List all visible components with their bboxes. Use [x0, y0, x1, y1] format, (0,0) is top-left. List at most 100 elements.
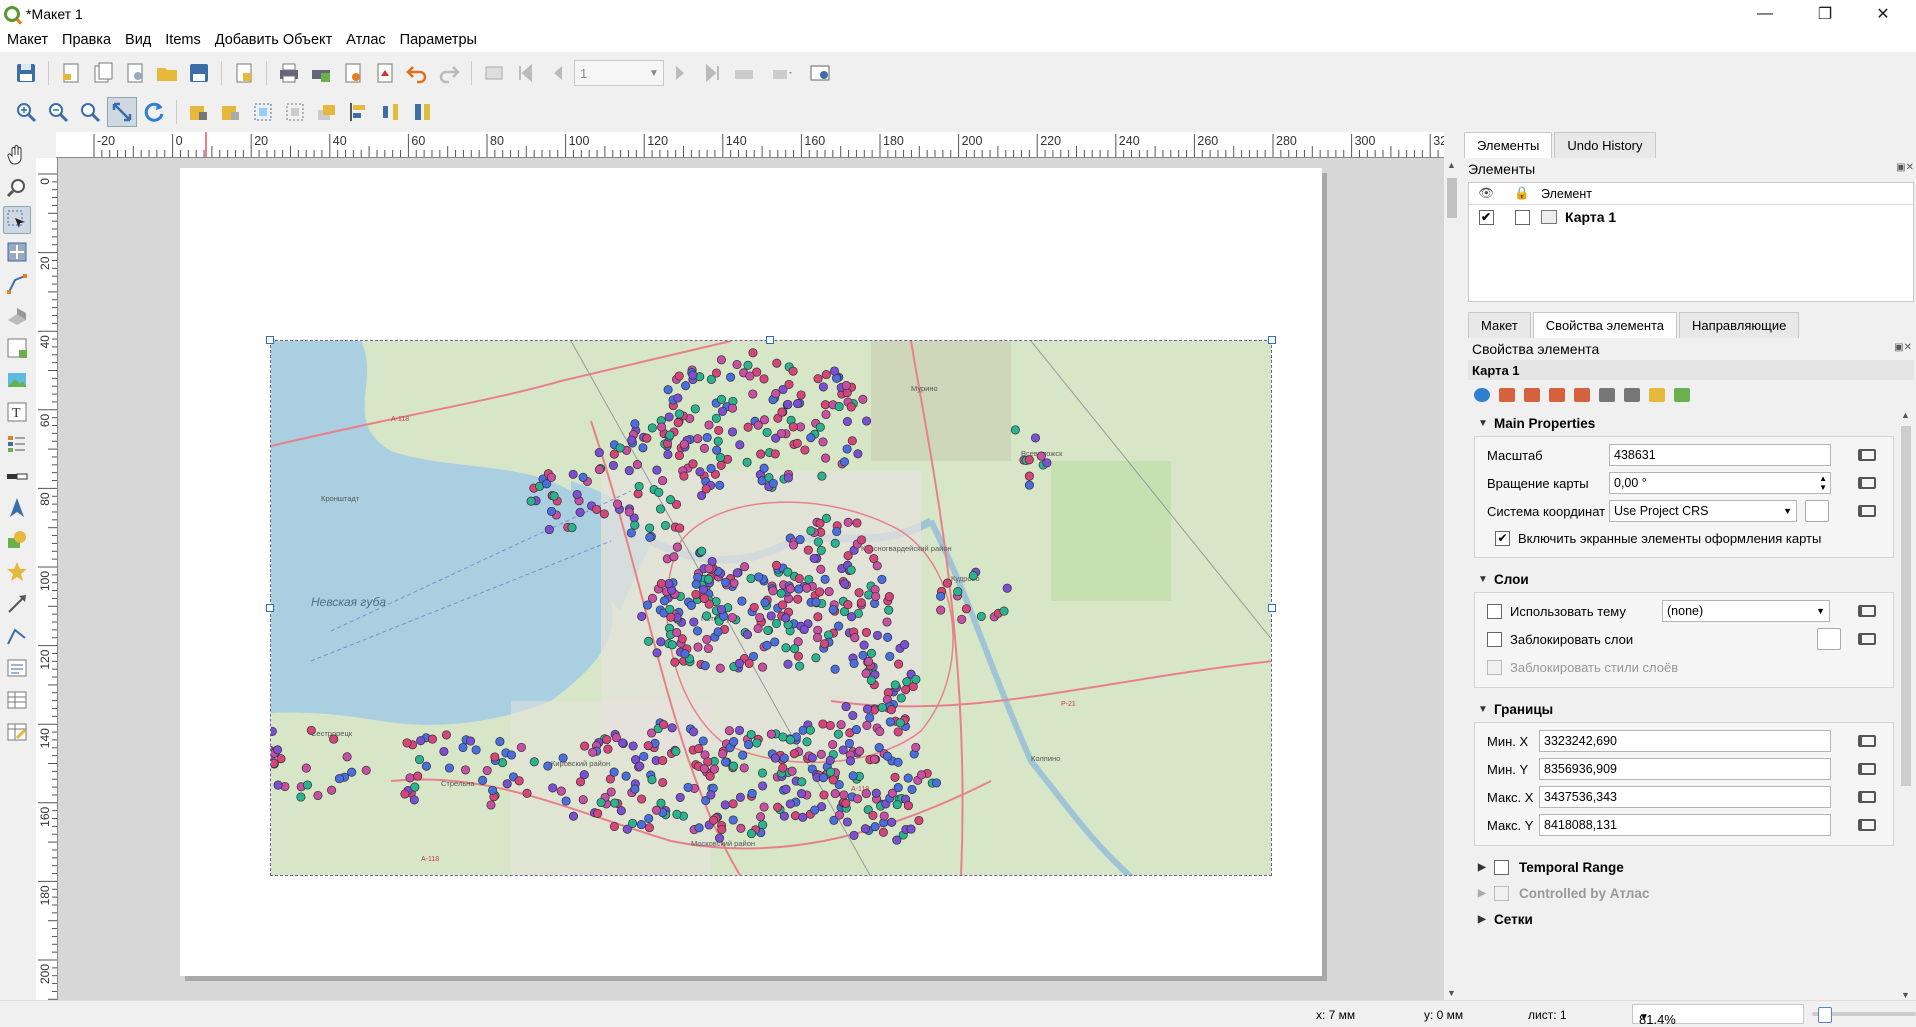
layout-manager-icon[interactable]	[120, 58, 150, 88]
resize-items-icon[interactable]	[408, 97, 438, 127]
set-extent-icon[interactable]	[1499, 388, 1515, 402]
set-map-scale-icon[interactable]	[1574, 388, 1590, 402]
select-crs-globe-icon[interactable]	[1805, 500, 1829, 522]
max-y-input[interactable]: 8418088,131	[1539, 814, 1831, 836]
data-defined-override-icon[interactable]	[1853, 814, 1881, 836]
atlas-settings-icon[interactable]	[805, 58, 835, 88]
menu-layout[interactable]: Макет	[0, 32, 55, 48]
menu-atlas[interactable]: Атлас	[339, 32, 392, 48]
distribute-items-icon[interactable]	[376, 97, 406, 127]
properties-scroll-area[interactable]: ▼ Main Properties Масштаб 438631 Вращение…	[1468, 410, 1898, 1000]
select-move-icon[interactable]	[3, 206, 31, 234]
dock-float-close-icon[interactable]: ▣✕	[1894, 342, 1912, 353]
add-north-arrow-icon[interactable]	[3, 494, 31, 522]
data-defined-override-icon[interactable]	[1853, 786, 1881, 808]
canvas-vertical-scrollbar[interactable]: ▲ ▼	[1444, 158, 1460, 1000]
resize-handle-w[interactable]	[266, 604, 274, 612]
align-items-icon[interactable]	[344, 97, 374, 127]
last-feature-icon[interactable]	[697, 58, 727, 88]
move-content-icon[interactable]	[3, 238, 31, 266]
export-image-icon[interactable]	[306, 58, 336, 88]
table-row[interactable]: ✔ Карта 1	[1469, 205, 1913, 229]
refresh-icon[interactable]	[139, 97, 169, 127]
restore-button[interactable]: ❐	[1802, 0, 1848, 28]
lock-checkbox[interactable]	[1514, 209, 1530, 225]
resize-handle-nw[interactable]	[266, 336, 274, 344]
data-defined-override-icon[interactable]	[1853, 600, 1881, 622]
data-defined-override-icon[interactable]	[1853, 444, 1881, 466]
add-3d-map-icon[interactable]	[3, 302, 31, 330]
tab-undo-history[interactable]: Undo History	[1554, 132, 1656, 158]
menu-items[interactable]: Items	[158, 32, 207, 48]
add-arrow-icon[interactable]	[3, 590, 31, 618]
menu-add-item[interactable]: Добавить Объект	[208, 32, 340, 48]
refresh-preview-icon[interactable]	[1474, 388, 1490, 402]
theme-select[interactable]: (none) ▼	[1662, 600, 1830, 622]
raise-items-icon[interactable]	[312, 97, 342, 127]
layout-canvas[interactable]: Невская губа КронштадтСестрорецкВсеволож…	[58, 158, 1444, 1000]
new-layout-icon[interactable]	[56, 58, 86, 88]
add-picture-icon[interactable]	[3, 366, 31, 394]
data-defined-override-icon[interactable]	[1853, 730, 1881, 752]
scroll-up-icon[interactable]: ▲	[1447, 160, 1456, 170]
ungroup-items-icon[interactable]	[280, 97, 310, 127]
data-defined-override-icon[interactable]	[1853, 500, 1881, 522]
atlas-preview-icon[interactable]	[479, 58, 509, 88]
lock-styles-checkbox[interactable]	[1487, 659, 1502, 675]
print-icon[interactable]	[274, 58, 304, 88]
pan-icon[interactable]	[3, 142, 31, 170]
menu-view[interactable]: Вид	[118, 32, 158, 48]
export-pdf-icon[interactable]	[370, 58, 400, 88]
grids-header[interactable]: ▶ Сетки	[1474, 906, 1898, 932]
redo-icon[interactable]	[434, 58, 464, 88]
zoom-actual-icon[interactable]	[75, 97, 105, 127]
scroll-down-icon[interactable]: ▼	[1901, 990, 1910, 1000]
add-label-icon[interactable]: T	[3, 398, 31, 426]
add-attribute-table-icon[interactable]	[3, 686, 31, 714]
resize-handle-e[interactable]	[1268, 604, 1276, 612]
rotation-spinbox[interactable]: 0,00 ° ▲ ▼	[1609, 472, 1831, 494]
overview-icon[interactable]	[1674, 388, 1690, 402]
tab-guides[interactable]: Направляющие	[1679, 312, 1800, 338]
add-scalebar-icon[interactable]	[3, 462, 31, 490]
scale-input[interactable]: 438631	[1609, 444, 1831, 466]
save-icon[interactable]	[11, 58, 41, 88]
tab-layout[interactable]: Макет	[1468, 312, 1531, 338]
unlock-items-icon[interactable]	[216, 97, 246, 127]
temporal-range-header[interactable]: ▶ Temporal Range	[1474, 854, 1898, 880]
new-page-icon[interactable]	[229, 58, 259, 88]
zoom-tool-icon[interactable]	[3, 174, 31, 202]
edit-nodes-icon[interactable]	[3, 270, 31, 298]
first-feature-icon[interactable]	[511, 58, 541, 88]
minimize-button[interactable]: —	[1742, 0, 1788, 28]
set-scale-icon[interactable]	[1549, 388, 1565, 402]
scroll-up-icon[interactable]: ▲	[1901, 410, 1910, 420]
previous-feature-icon[interactable]	[543, 58, 573, 88]
export-atlas-icon[interactable]	[761, 58, 803, 88]
min-y-input[interactable]: 8356936,909	[1539, 758, 1831, 780]
spin-arrows-icon[interactable]: ▲ ▼	[1819, 474, 1830, 492]
export-svg-icon[interactable]	[338, 58, 368, 88]
scrollbar-thumb[interactable]	[1447, 178, 1457, 218]
extent-header[interactable]: ▼ Границы	[1474, 696, 1894, 722]
zoom-in-icon[interactable]	[11, 97, 41, 127]
menu-edit[interactable]: Правка	[55, 32, 118, 48]
atlas-control-checkbox[interactable]	[1494, 885, 1509, 901]
resize-handle-ne[interactable]	[1268, 336, 1276, 344]
duplicate-layout-icon[interactable]	[88, 58, 118, 88]
resize-handle-n[interactable]	[766, 336, 774, 344]
close-button[interactable]: ✕	[1860, 0, 1906, 28]
print-atlas-icon[interactable]	[729, 58, 759, 88]
lock-items-icon[interactable]	[184, 97, 214, 127]
zoom-out-icon[interactable]	[43, 97, 73, 127]
data-defined-override-icon[interactable]	[1853, 472, 1881, 494]
use-theme-checkbox[interactable]	[1487, 603, 1502, 619]
properties-scrollbar[interactable]: ▲ ▼	[1898, 410, 1914, 1000]
add-fixed-table-icon[interactable]	[3, 718, 31, 746]
add-legend-icon[interactable]	[3, 430, 31, 458]
labeling-settings-icon[interactable]	[1624, 388, 1640, 402]
view-extent-icon[interactable]	[1524, 388, 1540, 402]
crs-select[interactable]: Use Project CRS ▼	[1609, 500, 1797, 522]
group-items-icon[interactable]	[248, 97, 278, 127]
max-x-input[interactable]: 3437536,343	[1539, 786, 1831, 808]
